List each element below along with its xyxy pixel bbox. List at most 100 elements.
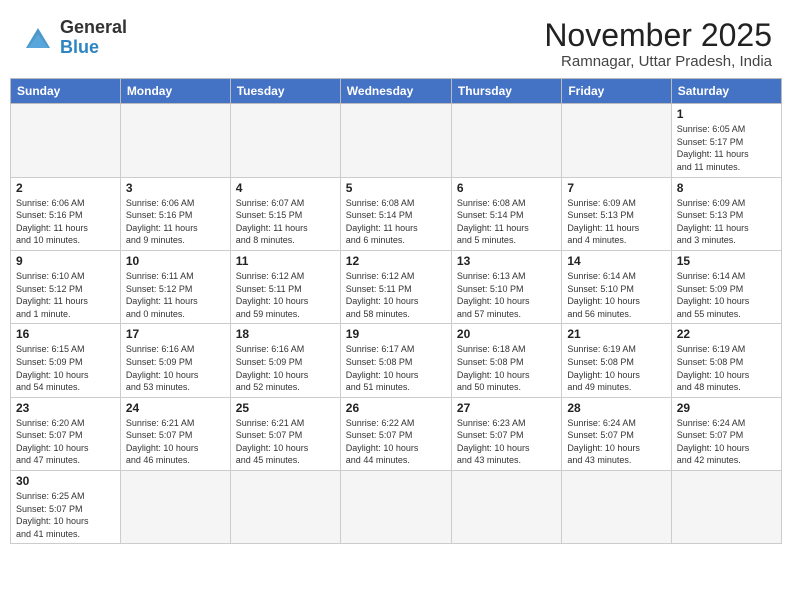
day-info: Sunrise: 6:24 AM Sunset: 5:07 PM Dayligh… bbox=[567, 417, 665, 467]
day-number: 27 bbox=[457, 401, 556, 415]
day-number: 1 bbox=[677, 107, 776, 121]
calendar-cell: 12 Sunrise: 6:12 AM Sunset: 5:11 PM Dayli… bbox=[340, 250, 451, 323]
calendar-cell: 28 Sunrise: 6:24 AM Sunset: 5:07 PM Dayli… bbox=[562, 397, 671, 470]
day-info: Sunrise: 6:16 AM Sunset: 5:09 PM Dayligh… bbox=[126, 343, 225, 393]
title-block: November 2025 Ramnagar, Uttar Pradesh, I… bbox=[544, 18, 772, 70]
day-number: 13 bbox=[457, 254, 556, 268]
day-number: 9 bbox=[16, 254, 115, 268]
day-number: 3 bbox=[126, 181, 225, 195]
day-info: Sunrise: 6:18 AM Sunset: 5:08 PM Dayligh… bbox=[457, 343, 556, 393]
calendar-cell bbox=[230, 104, 340, 177]
day-number: 21 bbox=[567, 327, 665, 341]
day-info: Sunrise: 6:25 AM Sunset: 5:07 PM Dayligh… bbox=[16, 490, 115, 540]
day-info: Sunrise: 6:21 AM Sunset: 5:07 PM Dayligh… bbox=[236, 417, 335, 467]
calendar-cell bbox=[230, 471, 340, 544]
day-number: 19 bbox=[346, 327, 446, 341]
calendar-cell: 8Sunrise: 6:09 AM Sunset: 5:13 PM Daylig… bbox=[671, 177, 781, 250]
day-info: Sunrise: 6:08 AM Sunset: 5:14 PM Dayligh… bbox=[346, 197, 446, 247]
calendar-cell: 29Sunrise: 6:24 AM Sunset: 5:07 PM Dayli… bbox=[671, 397, 781, 470]
day-info: Sunrise: 6:06 AM Sunset: 5:16 PM Dayligh… bbox=[126, 197, 225, 247]
calendar-cell: 24 Sunrise: 6:21 AM Sunset: 5:07 PM Dayli… bbox=[120, 397, 230, 470]
calendar-cell: 22 Sunrise: 6:19 AM Sunset: 5:08 PM Dayli… bbox=[671, 324, 781, 397]
day-number: 12 bbox=[346, 254, 446, 268]
day-info: Sunrise: 6:20 AM Sunset: 5:07 PM Dayligh… bbox=[16, 417, 115, 467]
weekday-header-friday: Friday bbox=[562, 79, 671, 104]
calendar-week-row: 9Sunrise: 6:10 AM Sunset: 5:12 PM Daylig… bbox=[11, 250, 782, 323]
day-info: Sunrise: 6:24 AM Sunset: 5:07 PM Dayligh… bbox=[677, 417, 776, 467]
day-number: 7 bbox=[567, 181, 665, 195]
day-info: Sunrise: 6:11 AM Sunset: 5:12 PM Dayligh… bbox=[126, 270, 225, 320]
calendar-cell: 13 Sunrise: 6:13 AM Sunset: 5:10 PM Dayli… bbox=[451, 250, 561, 323]
calendar-cell: 2 Sunrise: 6:06 AM Sunset: 5:16 PM Daylig… bbox=[11, 177, 121, 250]
calendar-cell: 14Sunrise: 6:14 AM Sunset: 5:10 PM Dayli… bbox=[562, 250, 671, 323]
day-number: 4 bbox=[236, 181, 335, 195]
calendar-week-row: 1Sunrise: 6:05 AM Sunset: 5:17 PM Daylig… bbox=[11, 104, 782, 177]
day-number: 10 bbox=[126, 254, 225, 268]
day-info: Sunrise: 6:08 AM Sunset: 5:14 PM Dayligh… bbox=[457, 197, 556, 247]
day-info: Sunrise: 6:21 AM Sunset: 5:07 PM Dayligh… bbox=[126, 417, 225, 467]
day-info: Sunrise: 6:06 AM Sunset: 5:16 PM Dayligh… bbox=[16, 197, 115, 247]
day-number: 25 bbox=[236, 401, 335, 415]
calendar-cell: 3 Sunrise: 6:06 AM Sunset: 5:16 PM Daylig… bbox=[120, 177, 230, 250]
day-number: 20 bbox=[457, 327, 556, 341]
day-number: 5 bbox=[346, 181, 446, 195]
calendar-week-row: 30Sunrise: 6:25 AM Sunset: 5:07 PM Dayli… bbox=[11, 471, 782, 544]
day-number: 2 bbox=[16, 181, 115, 195]
weekday-header-wednesday: Wednesday bbox=[340, 79, 451, 104]
day-number: 26 bbox=[346, 401, 446, 415]
weekday-header-row: SundayMondayTuesdayWednesdayThursdayFrid… bbox=[11, 79, 782, 104]
calendar-week-row: 16 Sunrise: 6:15 AM Sunset: 5:09 PM Dayli… bbox=[11, 324, 782, 397]
day-info: Sunrise: 6:15 AM Sunset: 5:09 PM Dayligh… bbox=[16, 343, 115, 393]
calendar-cell: 25 Sunrise: 6:21 AM Sunset: 5:07 PM Dayli… bbox=[230, 397, 340, 470]
day-number: 11 bbox=[236, 254, 335, 268]
day-number: 17 bbox=[126, 327, 225, 341]
calendar-cell bbox=[340, 104, 451, 177]
day-info: Sunrise: 6:19 AM Sunset: 5:08 PM Dayligh… bbox=[567, 343, 665, 393]
day-number: 23 bbox=[16, 401, 115, 415]
day-info: Sunrise: 6:12 AM Sunset: 5:11 PM Dayligh… bbox=[346, 270, 446, 320]
calendar-cell: 17 Sunrise: 6:16 AM Sunset: 5:09 PM Dayli… bbox=[120, 324, 230, 397]
calendar-cell bbox=[120, 471, 230, 544]
calendar-cell: 15 Sunrise: 6:14 AM Sunset: 5:09 PM Dayli… bbox=[671, 250, 781, 323]
calendar-cell bbox=[562, 104, 671, 177]
calendar-cell: 5 Sunrise: 6:08 AM Sunset: 5:14 PM Daylig… bbox=[340, 177, 451, 250]
day-info: Sunrise: 6:16 AM Sunset: 5:09 PM Dayligh… bbox=[236, 343, 335, 393]
calendar-cell: 19Sunrise: 6:17 AM Sunset: 5:08 PM Dayli… bbox=[340, 324, 451, 397]
day-number: 24 bbox=[126, 401, 225, 415]
day-info: Sunrise: 6:19 AM Sunset: 5:08 PM Dayligh… bbox=[677, 343, 776, 393]
calendar-cell bbox=[11, 104, 121, 177]
calendar-cell: 23 Sunrise: 6:20 AM Sunset: 5:07 PM Dayli… bbox=[11, 397, 121, 470]
weekday-header-tuesday: Tuesday bbox=[230, 79, 340, 104]
day-info: Sunrise: 6:22 AM Sunset: 5:07 PM Dayligh… bbox=[346, 417, 446, 467]
day-number: 15 bbox=[677, 254, 776, 268]
day-info: Sunrise: 6:14 AM Sunset: 5:10 PM Dayligh… bbox=[567, 270, 665, 320]
logo-icon bbox=[20, 24, 56, 52]
calendar-cell: 9Sunrise: 6:10 AM Sunset: 5:12 PM Daylig… bbox=[11, 250, 121, 323]
location-title: Ramnagar, Uttar Pradesh, India bbox=[544, 53, 772, 70]
calendar-cell: 21 Sunrise: 6:19 AM Sunset: 5:08 PM Dayli… bbox=[562, 324, 671, 397]
calendar-cell bbox=[451, 471, 561, 544]
day-info: Sunrise: 6:13 AM Sunset: 5:10 PM Dayligh… bbox=[457, 270, 556, 320]
calendar-cell bbox=[120, 104, 230, 177]
day-number: 6 bbox=[457, 181, 556, 195]
day-info: Sunrise: 6:14 AM Sunset: 5:09 PM Dayligh… bbox=[677, 270, 776, 320]
calendar-week-row: 23 Sunrise: 6:20 AM Sunset: 5:07 PM Dayli… bbox=[11, 397, 782, 470]
calendar-cell: 6 Sunrise: 6:08 AM Sunset: 5:14 PM Daylig… bbox=[451, 177, 561, 250]
weekday-header-sunday: Sunday bbox=[11, 79, 121, 104]
calendar-cell: 18Sunrise: 6:16 AM Sunset: 5:09 PM Dayli… bbox=[230, 324, 340, 397]
day-number: 28 bbox=[567, 401, 665, 415]
day-info: Sunrise: 6:09 AM Sunset: 5:13 PM Dayligh… bbox=[677, 197, 776, 247]
calendar-cell: 16 Sunrise: 6:15 AM Sunset: 5:09 PM Dayli… bbox=[11, 324, 121, 397]
calendar-cell: 1Sunrise: 6:05 AM Sunset: 5:17 PM Daylig… bbox=[671, 104, 781, 177]
day-info: Sunrise: 6:23 AM Sunset: 5:07 PM Dayligh… bbox=[457, 417, 556, 467]
calendar-week-row: 2 Sunrise: 6:06 AM Sunset: 5:16 PM Daylig… bbox=[11, 177, 782, 250]
day-number: 16 bbox=[16, 327, 115, 341]
day-number: 22 bbox=[677, 327, 776, 341]
calendar-cell: 7Sunrise: 6:09 AM Sunset: 5:13 PM Daylig… bbox=[562, 177, 671, 250]
calendar-table: SundayMondayTuesdayWednesdayThursdayFrid… bbox=[10, 78, 782, 544]
day-info: Sunrise: 6:07 AM Sunset: 5:15 PM Dayligh… bbox=[236, 197, 335, 247]
logo: General Blue bbox=[20, 18, 127, 58]
weekday-header-saturday: Saturday bbox=[671, 79, 781, 104]
calendar-cell bbox=[451, 104, 561, 177]
weekday-header-thursday: Thursday bbox=[451, 79, 561, 104]
